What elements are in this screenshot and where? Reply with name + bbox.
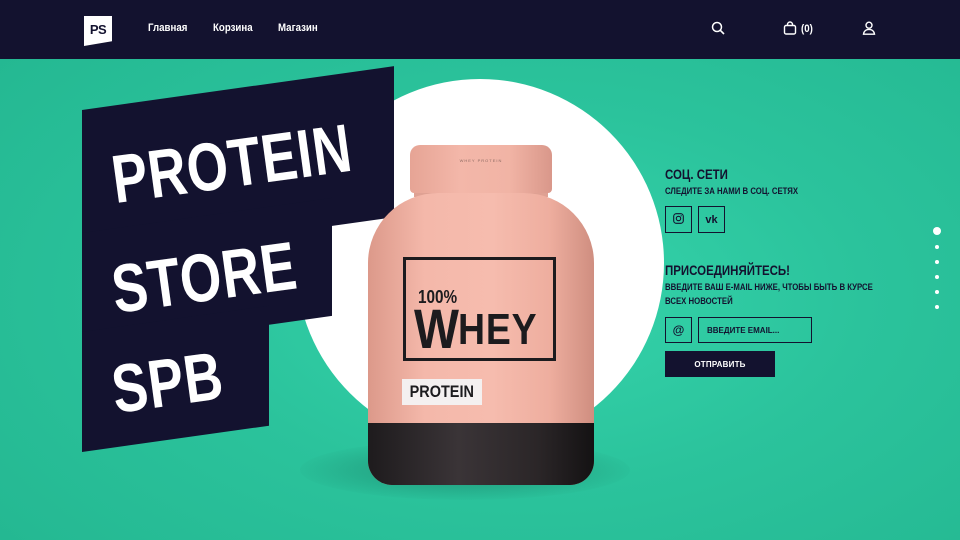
top-navigation-bar: PS Главная Корзина Магазин (0) bbox=[0, 0, 960, 59]
pager-dot-5[interactable] bbox=[935, 290, 939, 294]
bag-icon[interactable] bbox=[783, 21, 797, 40]
social-subtitle: СЛЕДИТЕ ЗА НАМИ В СОЦ. СЕТЯХ bbox=[665, 186, 799, 197]
cart-count[interactable]: (0) bbox=[801, 23, 813, 35]
instagram-icon bbox=[673, 211, 684, 229]
nav-link-home[interactable]: Главная bbox=[148, 22, 187, 34]
pager-dot-3[interactable] bbox=[935, 260, 939, 264]
at-icon: @ bbox=[672, 323, 685, 337]
logo[interactable]: PS bbox=[84, 16, 112, 46]
pager-dot-1[interactable] bbox=[933, 227, 941, 235]
jar-lid bbox=[410, 145, 552, 193]
jar-label-hey: HEY bbox=[458, 305, 538, 354]
jar-label-protein-text: PROTEIN bbox=[409, 382, 475, 401]
jar-lid-text: WHEY PROTEIN bbox=[459, 158, 503, 163]
hero-title-line-3: SPB bbox=[107, 337, 228, 428]
subscribe-title: ПРИСОЕДИНЯЙТЕСЬ! bbox=[665, 262, 791, 278]
nav-link-shop[interactable]: Магазин bbox=[278, 22, 318, 34]
search-icon[interactable] bbox=[711, 21, 725, 40]
social-title: СОЦ. СЕТИ bbox=[665, 166, 728, 182]
jar-label-protein: PROTEIN bbox=[402, 379, 482, 405]
email-at-box: @ bbox=[665, 317, 692, 343]
email-input[interactable] bbox=[698, 317, 812, 343]
vk-button[interactable]: vk bbox=[698, 206, 725, 233]
vk-icon: vk bbox=[705, 213, 718, 226]
jar-label-w: W bbox=[414, 297, 459, 360]
pager-dot-2[interactable] bbox=[935, 245, 939, 249]
instagram-button[interactable] bbox=[665, 206, 692, 233]
user-icon[interactable] bbox=[862, 21, 876, 40]
submit-button[interactable]: ОТПРАВИТЬ bbox=[665, 351, 775, 377]
jar-bottom bbox=[368, 423, 594, 485]
pager-dot-6[interactable] bbox=[935, 305, 939, 309]
nav-link-cart[interactable]: Корзина bbox=[213, 22, 253, 34]
pager-dot-4[interactable] bbox=[935, 275, 939, 279]
product-jar-image: WHEY PROTEIN 100% W HEY PROTEIN bbox=[368, 145, 594, 485]
subscribe-text: ВВЕДИТЕ ВАШ E-MAIL НИЖЕ, ЧТОБЫ БЫТЬ В КУ… bbox=[665, 282, 873, 307]
